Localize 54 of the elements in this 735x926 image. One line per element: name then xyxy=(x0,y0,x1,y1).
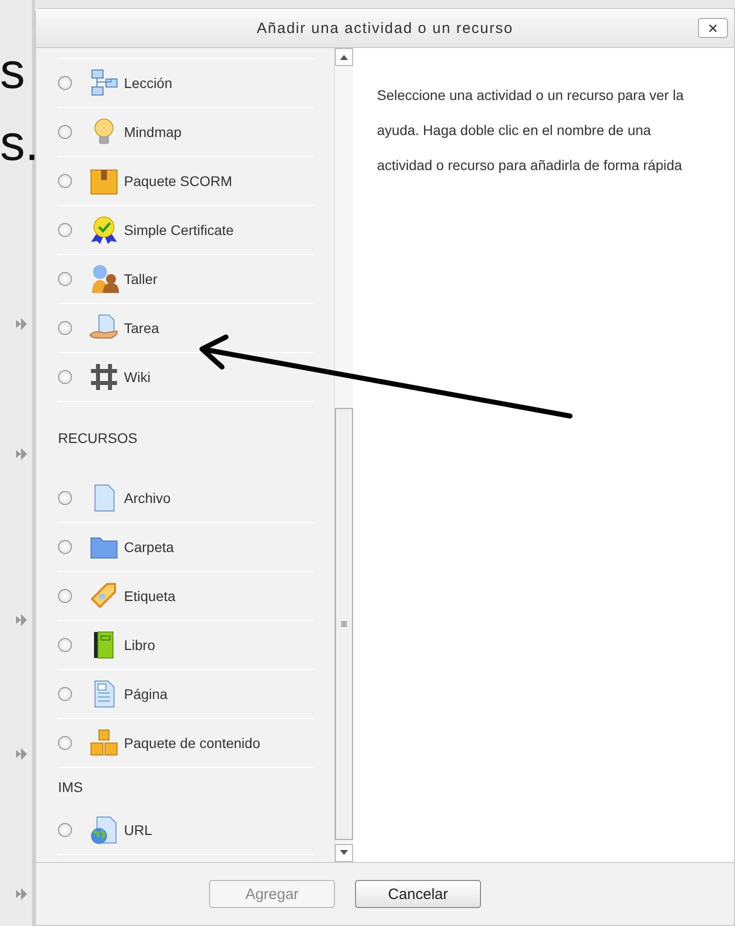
help-text: Seleccione una actividad o un recurso para ver la ayuda. Haga doble clic en el nombre de una actividad o recurso para añadirla de forma rápida xyxy=(377,86,685,175)
activity-label[interactable]: Paquete SCORM xyxy=(124,173,232,189)
scroll-thumb[interactable] xyxy=(335,408,353,840)
ribbon-badge-icon xyxy=(89,215,119,245)
radio-button[interactable] xyxy=(58,321,72,335)
move-icon xyxy=(14,612,28,628)
down-arrow-icon xyxy=(340,850,348,856)
move-icon xyxy=(14,316,28,332)
globe-document-icon xyxy=(89,815,119,845)
move-icon xyxy=(14,746,28,762)
section-heading: RECURSOS xyxy=(58,429,138,448)
radio-button[interactable] xyxy=(58,125,72,139)
boxes-icon xyxy=(89,728,119,758)
slide-text: s. xyxy=(0,118,39,168)
tag-icon xyxy=(89,581,119,611)
scroll-up-button[interactable] xyxy=(335,48,353,66)
activity-label[interactable]: Lección xyxy=(124,75,172,91)
activity-label[interactable]: Etiqueta xyxy=(124,588,176,604)
up-arrow-icon xyxy=(340,54,348,60)
section-heading: IMS xyxy=(58,778,84,797)
activity-label[interactable]: Carpeta xyxy=(124,539,174,555)
activity-label[interactable]: Mindmap xyxy=(124,124,182,140)
activity-label[interactable]: URL xyxy=(124,822,152,838)
radio-button[interactable] xyxy=(58,76,72,90)
activity-label[interactable]: Libro xyxy=(124,637,156,653)
activity-label[interactable]: Tarea xyxy=(124,320,160,336)
flowchart-icon xyxy=(89,68,119,98)
move-icon xyxy=(14,446,28,462)
scrollbar[interactable] xyxy=(334,48,353,862)
radio-button[interactable] xyxy=(58,370,72,384)
move-icon xyxy=(14,886,28,902)
radio-button[interactable] xyxy=(58,589,72,603)
radio-button[interactable] xyxy=(58,223,72,237)
grid-knot-icon xyxy=(89,362,119,392)
slide-text: s xyxy=(0,46,25,96)
activity-label[interactable]: Paquete de contenido xyxy=(124,735,260,751)
activity-label[interactable]: Simple Certificate xyxy=(124,222,234,238)
radio-button[interactable] xyxy=(58,638,72,652)
radio-button[interactable] xyxy=(58,823,72,837)
radio-button[interactable] xyxy=(58,736,72,750)
radio-button[interactable] xyxy=(58,687,72,701)
radio-button[interactable] xyxy=(58,174,72,188)
radio-button[interactable] xyxy=(58,491,72,505)
activity-label[interactable]: Página xyxy=(124,686,168,702)
activity-label[interactable]: Taller xyxy=(124,271,158,287)
scroll-down-button[interactable] xyxy=(335,844,353,862)
window-title: Añadir una actividad o un recurso xyxy=(256,20,514,36)
people-icon xyxy=(89,264,119,294)
cancel-button[interactable]: Cancelar xyxy=(355,880,481,908)
radio-button[interactable] xyxy=(58,540,72,554)
close-button[interactable]: ✕ xyxy=(698,18,728,38)
radio-button[interactable] xyxy=(58,272,72,286)
activity-label[interactable]: Wiki xyxy=(124,369,150,385)
activity-label[interactable]: Archivo xyxy=(124,490,171,506)
